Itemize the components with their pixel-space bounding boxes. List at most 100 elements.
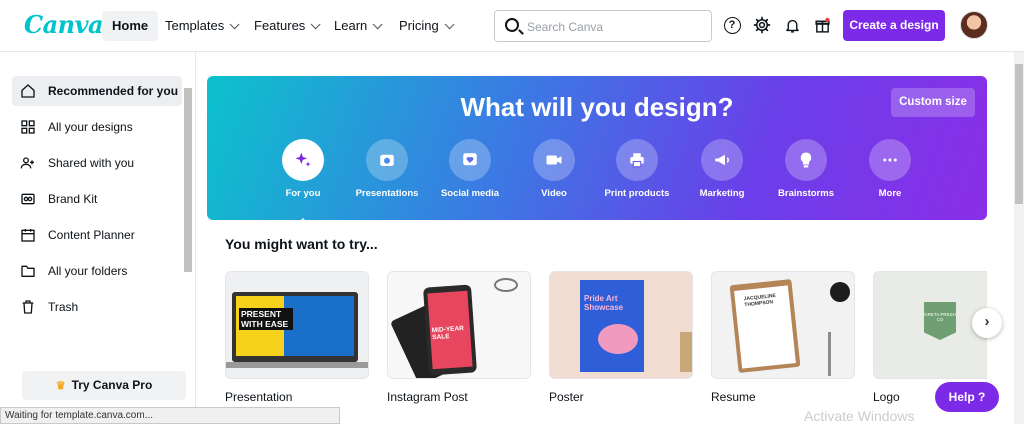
sidebar-item-label: Recommended for you <box>48 84 179 98</box>
heart-icon <box>449 139 491 181</box>
instagram-post-thumbnail: MID-YEAR SALE <box>387 271 531 379</box>
nav-pricing[interactable]: Pricing <box>389 11 461 41</box>
sidebar-item-trash[interactable]: Trash <box>12 292 182 322</box>
video-icon <box>533 139 575 181</box>
nav-home[interactable]: Home <box>102 11 159 41</box>
sidebar-item-recommended[interactable]: Recommended for you <box>12 76 182 106</box>
gear-icon <box>753 16 771 34</box>
category-label: Brainstorms <box>778 188 834 199</box>
thumbnail-text: MID-YEAR SALE <box>431 325 465 342</box>
category-more[interactable]: More <box>845 139 935 199</box>
sidebar-item-label: All your designs <box>48 120 133 134</box>
chevron-down-icon <box>310 19 321 30</box>
help-button[interactable]: ? <box>722 15 742 35</box>
browser-status-bar: Waiting for template.canva.com... <box>0 407 340 424</box>
search-input[interactable] <box>527 17 697 37</box>
category-label: More <box>878 188 902 199</box>
try-canva-pro-button[interactable]: ♛ Try Canva Pro <box>22 371 186 400</box>
sidebar-item-label: Content Planner <box>48 228 135 242</box>
logo-thumbnail: GRETA PRESH CO <box>873 271 987 379</box>
design-banner: What will you design? Custom size For yo… <box>207 76 987 220</box>
create-design-button[interactable]: Create a design <box>843 10 945 41</box>
lightbulb-icon <box>785 139 827 181</box>
notifications-button[interactable] <box>782 15 802 35</box>
category-marketing[interactable]: Marketing <box>677 139 767 199</box>
thumbnail-text: PRESENT WITH EASE <box>239 308 293 330</box>
category-label: Social media <box>440 188 500 199</box>
home-icon <box>20 83 36 99</box>
category-label: Presentations <box>355 188 419 199</box>
sidebar-scrollbar[interactable] <box>183 78 193 358</box>
active-indicator <box>295 218 311 220</box>
canva-logo[interactable]: Canva <box>24 10 104 39</box>
nav-features-label: Features <box>254 18 306 33</box>
category-label: For you <box>285 188 321 199</box>
suggestions-title: You might want to try... <box>225 236 378 252</box>
custom-size-button[interactable]: Custom size <box>891 88 975 117</box>
resume-thumbnail: JACQUELINE THOMPSON <box>711 271 855 379</box>
printer-icon <box>616 139 658 181</box>
help-chat-button[interactable]: Help ? <box>935 382 999 412</box>
category-label: Marketing <box>699 188 745 199</box>
presentation-icon <box>366 139 408 181</box>
nav-templates-label: Templates <box>165 18 225 33</box>
category-label: Print products <box>604 188 670 199</box>
card-label: Resume <box>711 390 756 404</box>
sidebar-item-folders[interactable]: All your folders <box>12 256 182 286</box>
help-icon: ? <box>723 16 741 34</box>
poster-thumbnail: Pride Art Showcase <box>549 271 693 379</box>
folder-icon <box>20 263 36 279</box>
banner-title: What will you design? <box>460 92 734 122</box>
grid-icon <box>20 119 36 135</box>
sidebar-item-label: All your folders <box>48 264 128 278</box>
more-icon <box>869 139 911 181</box>
main-scrollbar[interactable] <box>1014 52 1024 424</box>
avatar[interactable] <box>960 11 988 39</box>
main-scroll-thumb[interactable] <box>1015 64 1023 204</box>
category-for-you[interactable]: For you <box>258 139 348 220</box>
search-icon <box>505 18 519 32</box>
try-pro-label: Try Canva Pro <box>71 378 153 392</box>
nav-features[interactable]: Features <box>244 11 327 41</box>
presentation-thumbnail: PRESENT WITH EASE <box>225 271 369 379</box>
chevron-down-icon <box>444 19 455 30</box>
main-content: What will you design? Custom size For yo… <box>196 52 1024 424</box>
gift-button[interactable] <box>812 15 832 35</box>
people-icon <box>20 155 36 171</box>
sidebar-item-label: Brand Kit <box>48 192 98 206</box>
nav-home-label: Home <box>112 18 149 33</box>
template-card-resume[interactable]: JACQUELINE THOMPSON Resume <box>711 271 855 404</box>
nav-learn[interactable]: Learn <box>324 11 389 41</box>
sidebar-item-shared[interactable]: Shared with you <box>12 148 182 178</box>
sidebar-item-content-planner[interactable]: Content Planner <box>12 220 182 250</box>
category-print-products[interactable]: Print products <box>592 139 682 199</box>
trash-icon <box>20 299 36 315</box>
template-card-instagram-post[interactable]: MID-YEAR SALE Instagram Post <box>387 271 531 404</box>
calendar-icon <box>20 227 36 243</box>
sparkle-icon <box>282 139 324 181</box>
card-label: Instagram Post <box>387 390 468 404</box>
carousel-next-button[interactable]: › <box>972 308 1002 338</box>
chevron-down-icon <box>229 19 240 30</box>
nav-learn-label: Learn <box>334 18 368 33</box>
card-label: Presentation <box>225 390 293 404</box>
category-brainstorms[interactable]: Brainstorms <box>761 139 851 199</box>
category-social-media[interactable]: Social media <box>425 139 515 199</box>
template-card-poster[interactable]: Pride Art Showcase Poster <box>549 271 693 404</box>
template-card-presentation[interactable]: PRESENT WITH EASE Presentation <box>225 271 369 404</box>
chevron-right-icon: › <box>984 313 990 330</box>
category-video[interactable]: Video <box>509 139 599 199</box>
sidebar-item-label: Shared with you <box>48 156 135 170</box>
crown-icon: ♛ <box>55 380 66 392</box>
card-label: Poster <box>549 390 584 404</box>
sidebar: Recommended for you All your designs Sha… <box>0 52 196 408</box>
thumbnail-text: GRETA PRESH CO <box>924 312 956 322</box>
category-label: Video <box>541 188 567 199</box>
sidebar-scroll-thumb[interactable] <box>184 88 192 272</box>
sidebar-item-brand-kit[interactable]: Brand Kit <box>12 184 182 214</box>
category-presentations[interactable]: Presentations <box>342 139 432 199</box>
search-box[interactable] <box>494 10 712 42</box>
sidebar-item-all-designs[interactable]: All your designs <box>12 112 182 142</box>
nav-templates[interactable]: Templates <box>155 11 246 41</box>
settings-button[interactable] <box>752 15 772 35</box>
